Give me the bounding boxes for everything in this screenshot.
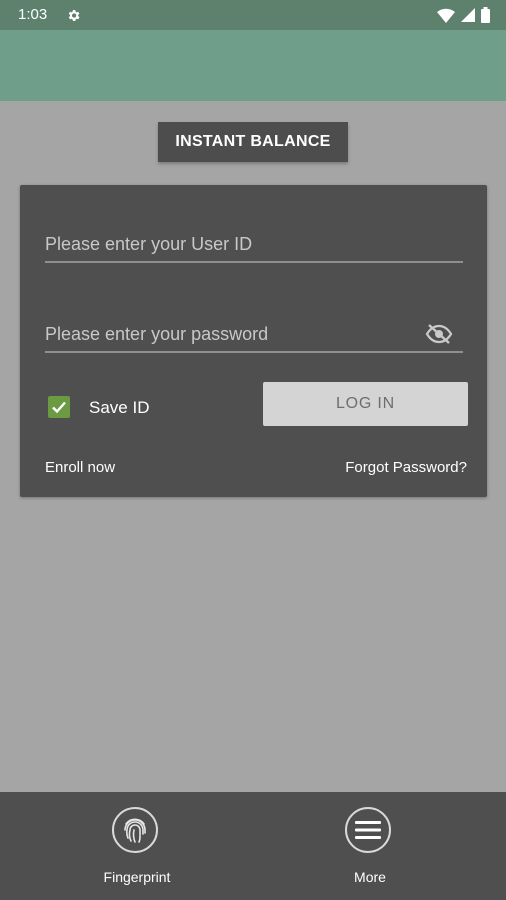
gear-icon (68, 10, 80, 21)
fingerprint-button[interactable] (112, 807, 158, 853)
signal-icon (461, 8, 475, 22)
password-input[interactable]: Please enter your password (45, 313, 463, 353)
bottom-nav: Fingerprint More (0, 792, 506, 900)
nav-fingerprint-label: Fingerprint (103, 869, 171, 885)
nav-more-label: More (354, 869, 386, 885)
status-bar: 1:03 (0, 0, 506, 30)
login-card: Please enter your User ID Please enter y… (20, 185, 487, 497)
status-icons (437, 7, 490, 23)
eye-off-icon[interactable] (425, 323, 453, 345)
save-id-label: Save ID (89, 398, 150, 417)
fingerprint-icon (124, 818, 146, 843)
user-id-placeholder: Please enter your User ID (45, 234, 253, 254)
app-header (0, 30, 506, 101)
menu-icon (355, 821, 381, 839)
nav-more[interactable]: More (310, 807, 430, 892)
wifi-icon (437, 8, 455, 23)
password-placeholder: Please enter your password (45, 324, 269, 344)
user-id-input[interactable]: Please enter your User ID (45, 223, 463, 263)
forgot-password-link[interactable]: Forgot Password? (345, 459, 467, 476)
more-button[interactable] (345, 807, 391, 853)
checkmark-icon (52, 401, 66, 414)
enroll-link[interactable]: Enroll now (45, 459, 115, 476)
status-time: 1:03 (18, 6, 48, 23)
save-id-checkbox[interactable] (48, 396, 70, 418)
login-button[interactable]: LOG IN (263, 382, 468, 426)
instant-balance-button[interactable]: INSTANT BALANCE (158, 122, 348, 162)
nav-fingerprint[interactable]: Fingerprint (77, 807, 197, 892)
battery-icon (481, 7, 490, 23)
